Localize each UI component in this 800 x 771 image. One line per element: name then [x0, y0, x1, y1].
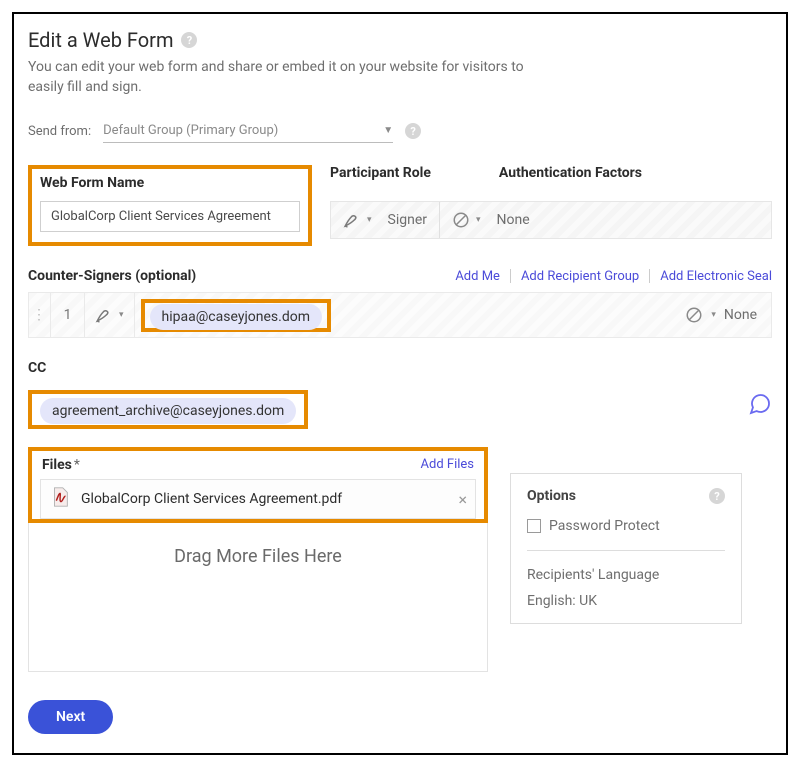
- role-selector[interactable]: ▾ Signer: [331, 202, 440, 238]
- order-number: 1: [51, 293, 85, 337]
- send-from-value: Default Group (Primary Group): [103, 123, 278, 138]
- divider: [527, 550, 725, 551]
- files-highlight: Files* Add Files GlobalCorp Client Servi…: [28, 447, 488, 523]
- auth-value: None: [497, 212, 530, 228]
- pdf-icon: [49, 486, 71, 512]
- web-form-name-block: Web Form Name: [28, 165, 312, 246]
- file-name: GlobalCorp Client Services Agreement.pdf: [81, 491, 342, 507]
- chevron-down-icon: ▾: [367, 215, 372, 225]
- counter-signer-row: ⋮ 1 ▾ hipaa@caseyjones.dom ▾ None: [28, 292, 772, 338]
- cc-highlight: agreement_archive@caseyjones.dom: [28, 390, 308, 429]
- file-item: GlobalCorp Client Services Agreement.pdf…: [40, 479, 476, 519]
- recipients-language-value[interactable]: English: UK: [527, 593, 725, 609]
- add-me-link[interactable]: Add Me: [455, 269, 500, 284]
- divider: [649, 269, 650, 283]
- divider: [510, 269, 511, 283]
- counter-signer-email-chip[interactable]: hipaa@caseyjones.dom: [150, 304, 322, 330]
- options-panel: Options ? Password Protect Recipients' L…: [510, 473, 742, 624]
- send-from-label: Send from:: [28, 124, 91, 139]
- remove-file-icon[interactable]: ×: [458, 490, 467, 509]
- help-icon[interactable]: ?: [181, 32, 197, 48]
- web-form-name-label: Web Form Name: [40, 175, 300, 191]
- send-from-select[interactable]: Default Group (Primary Group) ▼: [103, 119, 393, 143]
- ban-icon: [452, 211, 470, 229]
- add-files-link[interactable]: Add Files: [421, 457, 474, 472]
- ban-icon: [685, 306, 703, 324]
- role-value: Signer: [388, 212, 427, 228]
- chevron-down-icon: ▾: [119, 310, 124, 320]
- row-role-selector[interactable]: ▾: [85, 293, 135, 337]
- chevron-down-icon: ▼: [383, 125, 393, 136]
- counter-signers-label: Counter-Signers (optional): [28, 268, 196, 284]
- cc-label: CC: [28, 360, 772, 376]
- add-electronic-seal-link[interactable]: Add Electronic Seal: [660, 269, 772, 284]
- help-icon[interactable]: ?: [709, 488, 725, 504]
- add-recipient-group-link[interactable]: Add Recipient Group: [521, 269, 639, 284]
- password-protect-label: Password Protect: [549, 518, 660, 534]
- pen-icon: [95, 306, 113, 324]
- page-title: Edit a Web Form: [28, 28, 173, 52]
- drag-handle-icon[interactable]: ⋮: [29, 293, 51, 337]
- pen-icon: [343, 211, 361, 229]
- dropzone-text: Drag More Files Here: [174, 546, 342, 567]
- files-label: Files*: [42, 457, 80, 473]
- row-auth-value: None: [724, 307, 757, 323]
- auth-selector[interactable]: ▾ None: [440, 202, 771, 238]
- participant-role-label: Participant Role: [330, 165, 431, 181]
- web-form-name-input[interactable]: [40, 201, 300, 232]
- options-label: Options: [527, 488, 576, 504]
- row-auth-selector[interactable]: ▾ None: [671, 306, 771, 324]
- chevron-down-icon: ▾: [711, 310, 716, 320]
- cc-email-chip[interactable]: agreement_archive@caseyjones.dom: [40, 398, 296, 424]
- next-button[interactable]: Next: [28, 700, 113, 734]
- recipients-language-label: Recipients' Language: [527, 567, 725, 583]
- chevron-down-icon: ▾: [476, 215, 481, 225]
- help-icon[interactable]: ?: [405, 123, 421, 139]
- counter-signer-email-highlight: hipaa@caseyjones.dom: [141, 299, 331, 332]
- file-dropzone[interactable]: Drag More Files Here: [28, 522, 488, 672]
- page-subtitle: You can edit your web form and share or …: [28, 58, 548, 97]
- password-protect-checkbox[interactable]: [527, 519, 541, 533]
- auth-factors-label: Authentication Factors: [499, 165, 642, 181]
- message-icon[interactable]: [748, 392, 772, 420]
